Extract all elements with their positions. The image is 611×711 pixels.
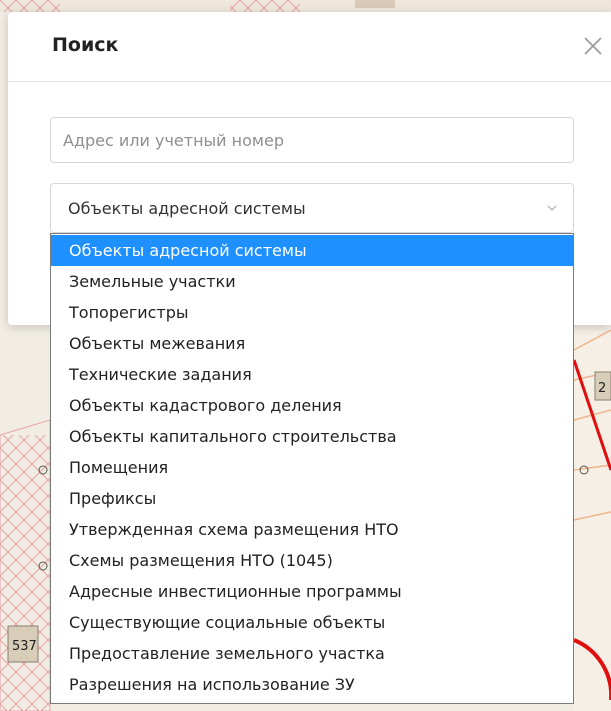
dropdown-option[interactable]: Адресные инвестиционные программы: [51, 576, 573, 607]
dropdown-option[interactable]: Утвержденная схема размещения НТО: [51, 514, 573, 545]
dropdown-option[interactable]: Земельные участки: [51, 266, 573, 297]
object-type-select-value: Объекты адресной системы: [68, 199, 306, 218]
dropdown-option[interactable]: Разрешения на использование ЗУ: [51, 669, 573, 700]
dropdown-option[interactable]: Объекты капитального строительства: [51, 421, 573, 452]
dropdown-option[interactable]: Существующие социальные объекты: [51, 607, 573, 638]
dropdown-option[interactable]: Объекты кадастрового деления: [51, 390, 573, 421]
close-icon: [584, 37, 602, 55]
map-label-537: 537: [12, 639, 37, 654]
object-type-select[interactable]: Объекты адресной системы: [50, 183, 574, 233]
dropdown-option[interactable]: Схемы размещения НТО (1045): [51, 545, 573, 576]
dialog-header: Поиск: [8, 12, 611, 82]
dialog-title: Поиск: [52, 34, 119, 56]
object-type-dropdown: Объекты адресной системы Земельные участ…: [50, 233, 574, 704]
dropdown-option[interactable]: Префиксы: [51, 483, 573, 514]
dropdown-option[interactable]: Объекты адресной системы: [51, 235, 573, 266]
close-button[interactable]: [579, 32, 607, 60]
map-label-2: 2: [598, 381, 606, 396]
dropdown-option[interactable]: Технические задания: [51, 359, 573, 390]
dropdown-option[interactable]: Топорегистры: [51, 297, 573, 328]
chevron-down-icon: [547, 205, 557, 211]
dropdown-option[interactable]: Помещения: [51, 452, 573, 483]
dropdown-option[interactable]: Объекты межевания: [51, 328, 573, 359]
search-input[interactable]: [50, 117, 574, 163]
dropdown-option[interactable]: Предоставление земельного участка: [51, 638, 573, 669]
